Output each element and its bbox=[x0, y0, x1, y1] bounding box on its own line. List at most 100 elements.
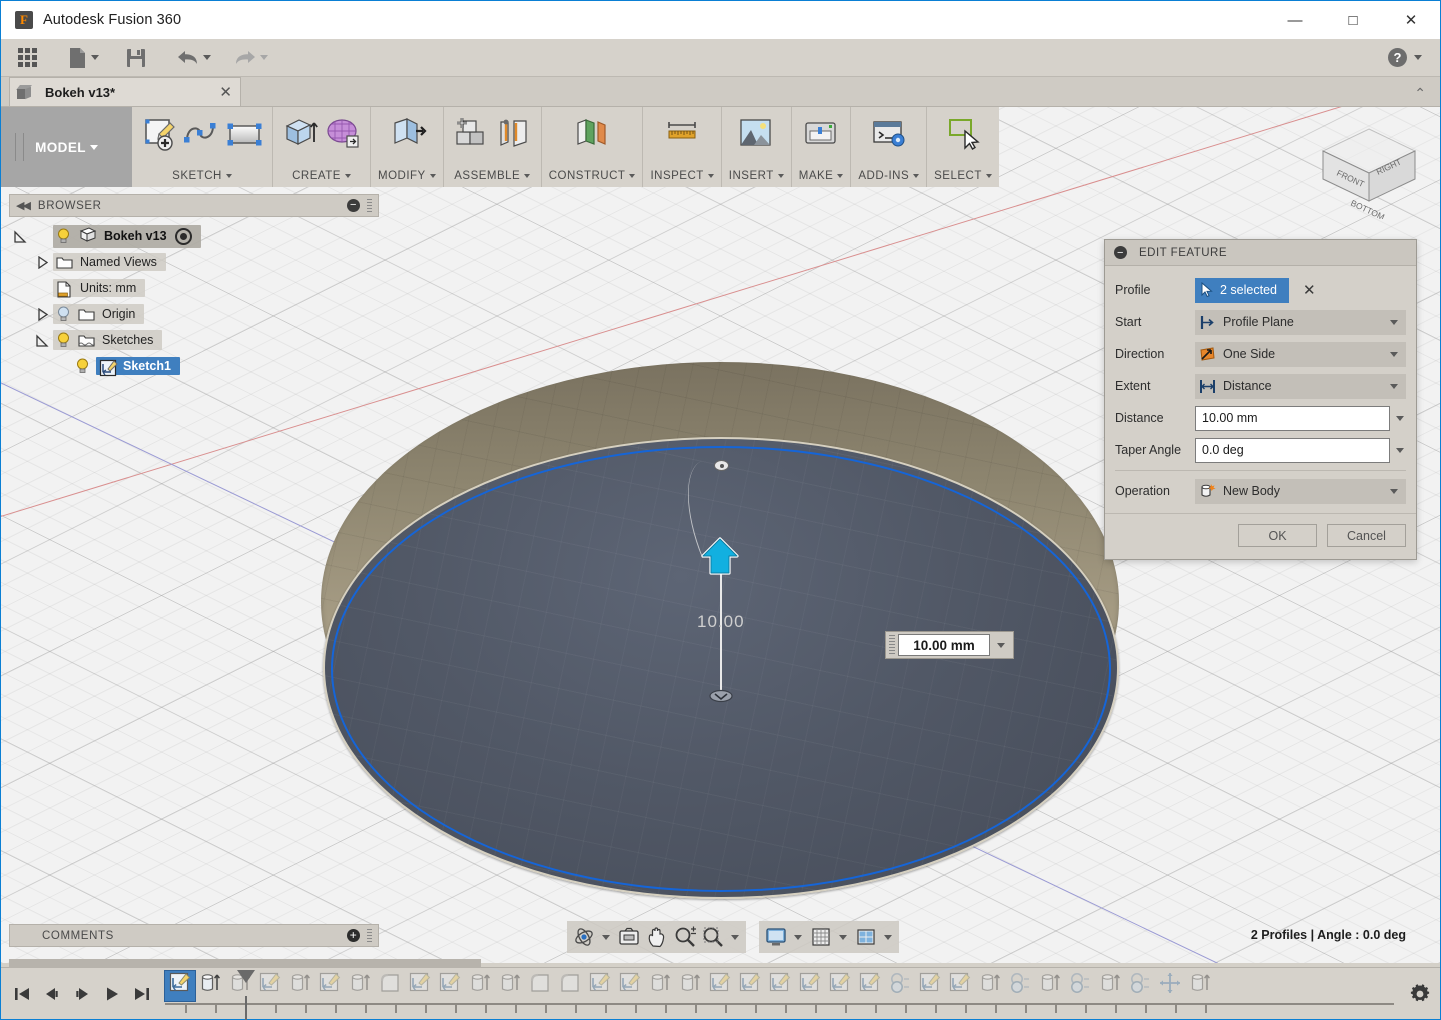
timeline-feature-sketch[interactable] bbox=[315, 971, 345, 1001]
close-button[interactable]: ✕ bbox=[1382, 1, 1440, 39]
tree-pill[interactable]: Units: mm bbox=[53, 279, 146, 298]
timeline-feature-sketch[interactable] bbox=[435, 971, 465, 1001]
measure-icon[interactable] bbox=[662, 114, 702, 154]
timeline-feature-extrude[interactable] bbox=[645, 971, 675, 1001]
look-at-icon[interactable] bbox=[615, 923, 643, 951]
distance-input[interactable]: 10.00 mm bbox=[1195, 405, 1390, 431]
timeline-feature-extrude[interactable] bbox=[675, 971, 705, 1001]
operation-combo[interactable]: New Body bbox=[1195, 478, 1406, 504]
timeline-feature-extrude[interactable] bbox=[495, 971, 525, 1001]
new-component-icon[interactable] bbox=[451, 114, 491, 154]
add-comment-icon[interactable]: + bbox=[347, 929, 360, 942]
create-sketch-icon[interactable] bbox=[139, 114, 179, 154]
chevron-up-icon[interactable]: ⌃ bbox=[1414, 85, 1426, 106]
workspace-selector[interactable]: MODEL bbox=[1, 107, 132, 187]
resize-grip-icon[interactable] bbox=[367, 198, 372, 213]
timeline-feature-extrude[interactable] bbox=[975, 971, 1005, 1001]
create-form-icon[interactable] bbox=[323, 114, 363, 154]
chevron-down-icon[interactable] bbox=[1390, 319, 1398, 325]
timeline-feature-sketch[interactable] bbox=[765, 971, 795, 1001]
rectangle-icon[interactable] bbox=[225, 114, 265, 154]
timeline-feature-extrude[interactable] bbox=[1185, 971, 1215, 1001]
timeline-feature-extrude[interactable] bbox=[285, 971, 315, 1001]
horizontal-scrollbar[interactable] bbox=[9, 959, 481, 968]
timeline-feature-sketch[interactable] bbox=[735, 971, 765, 1001]
tree-item-bokeh[interactable]: Bokeh v13 bbox=[9, 223, 379, 249]
undo-icon[interactable] bbox=[172, 43, 216, 73]
chevron-down-icon[interactable] bbox=[602, 934, 610, 940]
activate-component-radio[interactable] bbox=[174, 227, 192, 245]
light-bulb-icon[interactable] bbox=[56, 228, 71, 244]
light-bulb-icon[interactable] bbox=[56, 332, 71, 348]
chevron-down-icon[interactable] bbox=[731, 934, 739, 940]
light-bulb-off-icon[interactable] bbox=[56, 306, 71, 322]
timeline-feature-extrude[interactable] bbox=[1035, 971, 1065, 1001]
tree-item-sketch1[interactable]: Sketch1 bbox=[9, 353, 379, 379]
close-icon[interactable]: ✕ bbox=[193, 83, 232, 101]
cancel-button[interactable]: Cancel bbox=[1327, 524, 1406, 547]
extrude-icon[interactable] bbox=[280, 114, 320, 154]
joint-icon[interactable] bbox=[494, 114, 534, 154]
timeline-feature-sketch[interactable] bbox=[705, 971, 735, 1001]
offset-plane-icon[interactable] bbox=[572, 114, 612, 154]
timeline-feature-sketch[interactable] bbox=[164, 969, 196, 1002]
timeline-feature-fillet[interactable] bbox=[375, 971, 405, 1001]
timeline-feature-combine[interactable] bbox=[885, 971, 915, 1001]
tree-pill-selected[interactable]: Sketch1 bbox=[96, 357, 180, 377]
timeline-feature-extrude[interactable] bbox=[345, 971, 375, 1001]
file-icon[interactable] bbox=[63, 43, 104, 73]
sketch-point-handle[interactable] bbox=[714, 460, 729, 471]
timeline-feature-fillet[interactable] bbox=[525, 971, 555, 1001]
timeline-track[interactable] bbox=[164, 968, 1394, 1020]
select-window-icon[interactable] bbox=[943, 114, 983, 154]
timeline-feature-sketch[interactable] bbox=[405, 971, 435, 1001]
3d-print-icon[interactable] bbox=[801, 114, 841, 154]
skip-start-icon[interactable] bbox=[9, 981, 35, 1007]
chevron-down-icon[interactable] bbox=[839, 934, 847, 940]
timeline-feature-combine[interactable] bbox=[1125, 971, 1155, 1001]
expander-collapsed-icon[interactable] bbox=[31, 255, 53, 269]
light-bulb-icon[interactable] bbox=[75, 358, 90, 374]
timeline-feature-combine[interactable] bbox=[1065, 971, 1095, 1001]
spline-icon[interactable] bbox=[182, 114, 222, 154]
timeline-feature-sketch[interactable] bbox=[795, 971, 825, 1001]
tree-item-origin[interactable]: Origin bbox=[9, 301, 379, 327]
chevron-down-icon[interactable] bbox=[884, 934, 892, 940]
chevron-down-icon[interactable] bbox=[1396, 415, 1404, 421]
insert-image-icon[interactable] bbox=[736, 114, 776, 154]
timeline-feature-extrude[interactable] bbox=[195, 971, 225, 1001]
drag-grip-icon[interactable] bbox=[889, 635, 895, 655]
timeline-feature-extrude[interactable] bbox=[465, 971, 495, 1001]
pan-icon[interactable] bbox=[643, 923, 671, 951]
comments-header[interactable]: COMMENTS + bbox=[9, 924, 379, 947]
fit-icon[interactable] bbox=[699, 923, 727, 951]
extent-combo[interactable]: Distance bbox=[1195, 373, 1406, 399]
tree-item-units[interactable]: Units: mm bbox=[9, 275, 379, 301]
minimize-dialog-icon[interactable]: − bbox=[1114, 246, 1127, 259]
timeline-feature-sketch[interactable] bbox=[945, 971, 975, 1001]
skip-end-icon[interactable] bbox=[129, 981, 155, 1007]
chevron-down-icon[interactable] bbox=[1390, 351, 1398, 357]
timeline-feature-sketch[interactable] bbox=[615, 971, 645, 1001]
app-grid-icon[interactable] bbox=[13, 43, 42, 73]
timeline-feature-sketch[interactable] bbox=[915, 971, 945, 1001]
timeline-feature-sketch[interactable] bbox=[855, 971, 885, 1001]
tree-item-sketches[interactable]: Sketches bbox=[9, 327, 379, 353]
timeline-feature-move[interactable] bbox=[1155, 971, 1185, 1001]
timeline-feature-sketch[interactable] bbox=[255, 971, 285, 1001]
orbit-icon[interactable] bbox=[570, 923, 598, 951]
start-combo[interactable]: Profile Plane bbox=[1195, 309, 1406, 335]
taper-angle-input[interactable]: 0.0 deg bbox=[1195, 437, 1390, 463]
help-menu[interactable]: ? bbox=[1388, 48, 1422, 67]
tree-pill[interactable]: Named Views bbox=[53, 253, 166, 271]
manipulator-arrow-icon[interactable] bbox=[697, 537, 743, 579]
tree-item-named-views[interactable]: Named Views bbox=[9, 249, 379, 275]
chevron-down-icon[interactable] bbox=[997, 642, 1005, 648]
manipulator-origin-icon[interactable] bbox=[709, 689, 733, 703]
expander-expanded-icon[interactable] bbox=[31, 333, 53, 347]
tree-pill[interactable]: Bokeh v13 bbox=[53, 224, 201, 248]
minimize-button[interactable]: — bbox=[1266, 1, 1324, 39]
timeline-feature-combine[interactable] bbox=[1005, 971, 1035, 1001]
scripts-addins-icon[interactable] bbox=[869, 114, 909, 154]
step-back-icon[interactable] bbox=[39, 981, 65, 1007]
